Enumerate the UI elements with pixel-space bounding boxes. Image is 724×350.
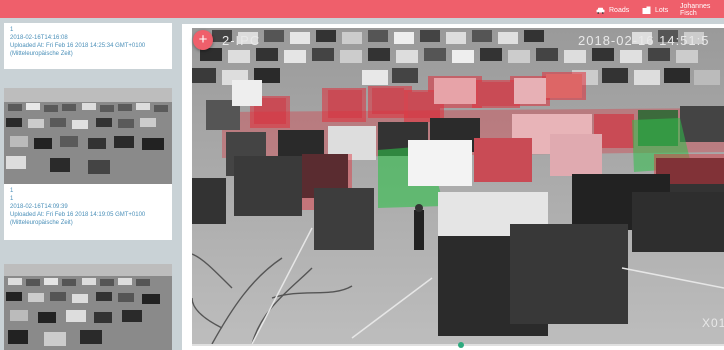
snapshot-id: 1 (10, 188, 14, 194)
building-icon (642, 6, 651, 14)
snapshot-uploaded: Uploaded At: Fri Feb 16 2018 14:19:05 GM… (10, 212, 146, 218)
parking-lot-thumbnail-image (4, 264, 172, 350)
snapshot-sidebar: 1 2018-02-16T14:16:08 Uploaded At: Fri F… (0, 18, 180, 350)
nav-roads-label: Roads (609, 6, 630, 14)
nav-lots[interactable]: Lots (642, 4, 668, 16)
snapshot-timestamp: 2018-02-16T14:09:39 (10, 204, 68, 210)
snapshot-thumbnail[interactable] (4, 88, 172, 184)
camera-time-overlay: 2018-02-16 14:51:5 (578, 33, 710, 48)
nav-roads[interactable]: Roads (596, 4, 629, 16)
car-icon (596, 7, 605, 14)
snapshot-id: 1 (10, 27, 14, 33)
camera-frame[interactable] (192, 28, 724, 344)
parking-lot-camera-image (192, 28, 724, 344)
parking-lot-thumbnail-image (4, 88, 172, 184)
camera-title-overlay: 2-IPC (222, 33, 261, 48)
user-menu[interactable]: Johannes Fisch (680, 3, 724, 17)
snapshot-timezone: (Mitteleuropäische Zeit) (10, 220, 73, 226)
snapshot-card-info[interactable]: 1 2018-02-16T14:16:08 Uploaded At: Fri F… (4, 23, 172, 69)
snapshot-id-secondary: 1 (10, 196, 14, 202)
camera-corner-overlay: X01 (702, 316, 724, 330)
snapshot-timezone: (Mitteleuropäische Zeit) (10, 51, 73, 57)
user-name: Johannes Fisch (680, 3, 711, 17)
snapshot-timestamp: 2018-02-16T14:16:08 (10, 35, 68, 41)
snapshot-uploaded: Uploaded At: Fri Feb 16 2018 14:25:34 GM… (10, 43, 146, 49)
add-button[interactable]: + (193, 30, 213, 50)
nav-lots-label: Lots (655, 6, 669, 14)
frame-slider-handle[interactable] (458, 342, 464, 348)
snapshot-thumbnail[interactable] (4, 264, 172, 350)
snapshot-card-info[interactable]: 1 1 2018-02-16T14:09:39 Uploaded At: Fri… (4, 184, 172, 240)
